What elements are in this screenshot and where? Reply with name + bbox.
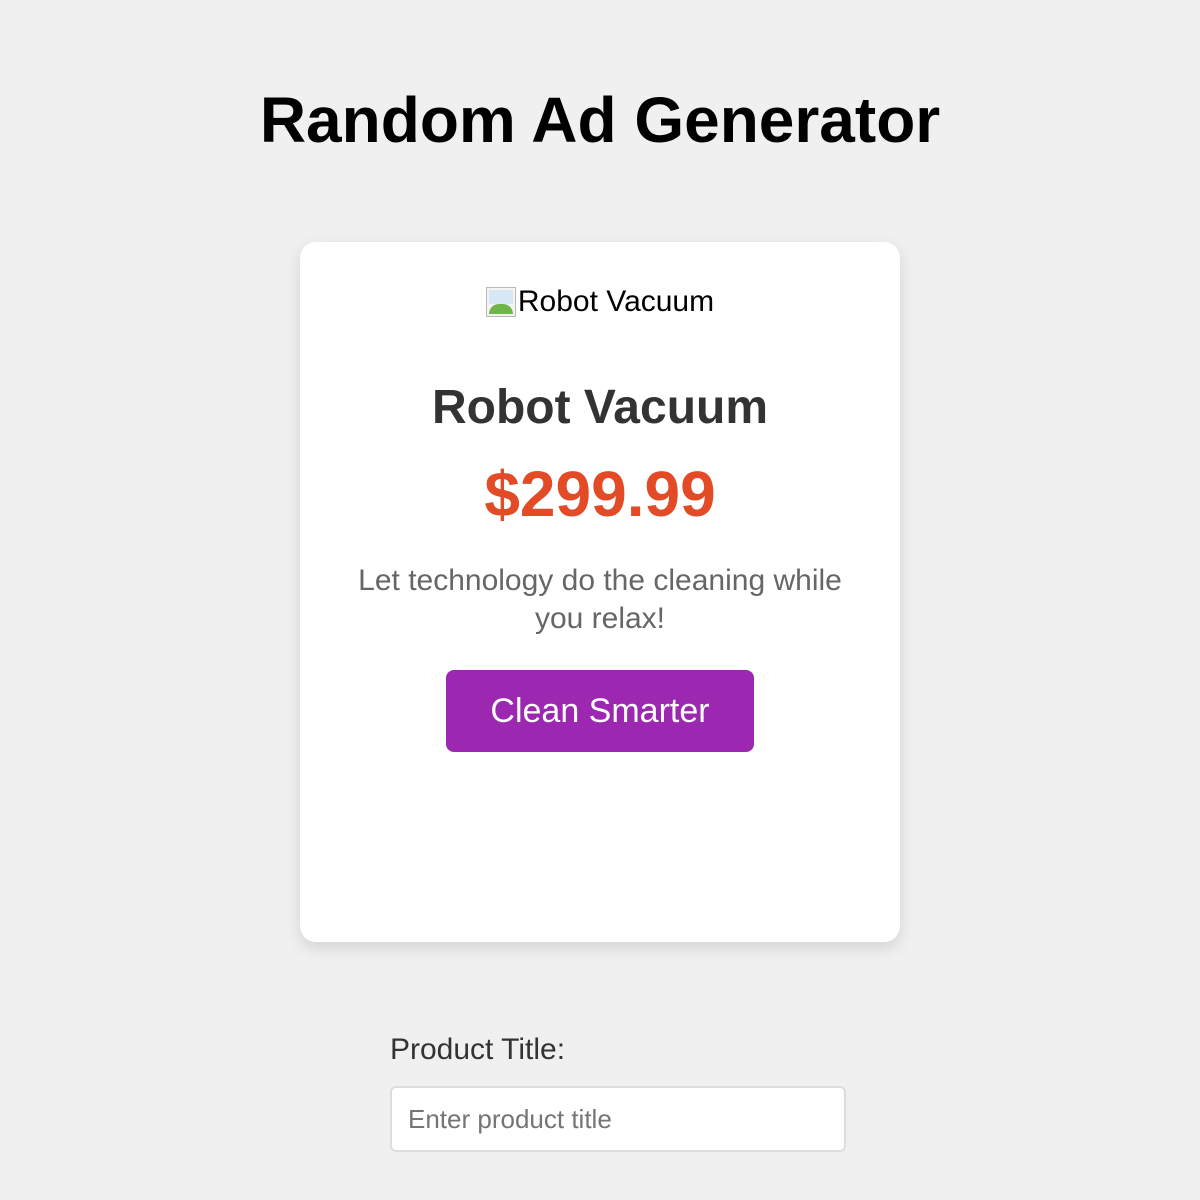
image-url-label: Image URL: — [390, 1192, 846, 1200]
ad-price: $299.99 — [484, 458, 716, 530]
cta-button[interactable]: Clean Smarter — [446, 670, 754, 752]
ad-card: Robot Vacuum Robot Vacuum $299.99 Let te… — [300, 242, 900, 942]
ad-image: Robot Vacuum — [300, 282, 900, 322]
product-title-label: Product Title: — [390, 1033, 566, 1066]
ad-title: Robot Vacuum — [431, 381, 769, 434]
product-title-input[interactable] — [390, 1086, 846, 1152]
page-title: Random Ad Generator — [259, 84, 941, 156]
ad-image-alt-text: Robot Vacuum — [517, 285, 715, 318]
broken-image-icon — [485, 287, 516, 317]
page: Random Ad Generator Robot Vacuum Robot V… — [0, 0, 1200, 1200]
ad-form: Product Title: Image URL: — [390, 1030, 846, 1200]
ad-description: Let technology do the cleaning while you… — [358, 564, 842, 635]
